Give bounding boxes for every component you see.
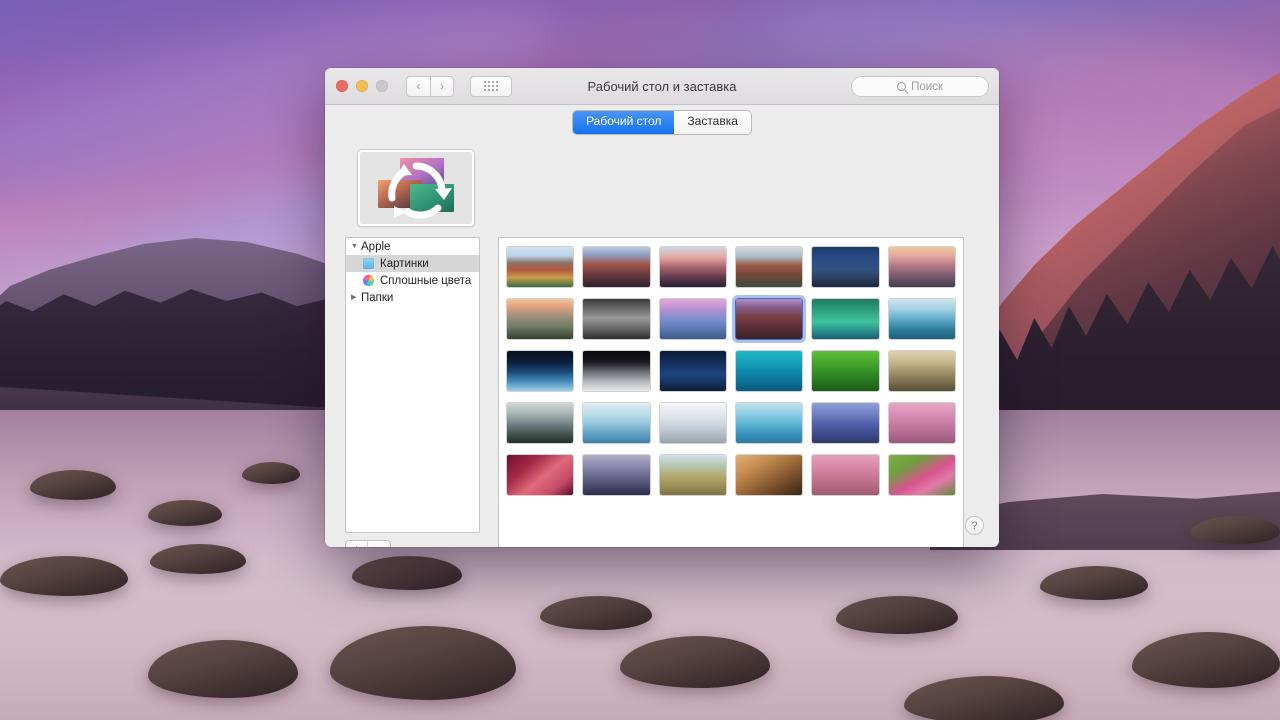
wallpaper-thumbnail[interactable]	[736, 455, 803, 495]
rock	[242, 462, 300, 484]
navigation-button-group: ‹ ›	[406, 75, 454, 97]
wallpaper-thumbnail[interactable]	[888, 299, 955, 339]
rock	[150, 544, 246, 574]
wallpaper-thumbnail[interactable]	[812, 299, 879, 339]
sidebar-item-label: Apple	[361, 240, 391, 253]
show-all-button[interactable]	[470, 75, 512, 97]
traffic-light-group	[336, 80, 388, 92]
wallpaper-thumbnail[interactable]	[659, 403, 726, 443]
sidebar-item-folders[interactable]: ▶ Папки	[346, 289, 479, 306]
search-placeholder: Поиск	[911, 80, 943, 93]
wallpaper-thumbnail[interactable]	[812, 455, 879, 495]
wallpaper-thumbnail[interactable]	[583, 351, 650, 391]
wallpaper-thumbnail[interactable]	[583, 299, 650, 339]
wallpaper-thumbnail[interactable]	[888, 403, 955, 443]
rock	[30, 470, 116, 500]
rock	[352, 556, 462, 590]
wallpaper-thumbnail[interactable]	[583, 403, 650, 443]
minimize-button[interactable]	[356, 80, 368, 92]
wallpaper-thumbnail[interactable]	[812, 247, 879, 287]
wallpaper-thumbnail[interactable]	[659, 455, 726, 495]
window-content: ▼ Apple Картинки Сплошные цвета ▶ Папки …	[325, 137, 999, 547]
wallpaper-grid-panel[interactable]	[498, 237, 964, 547]
wallpaper-thumbnail[interactable]	[507, 247, 574, 287]
sidebar-item-apple[interactable]: ▼ Apple	[346, 238, 479, 255]
wallpaper-thumbnail[interactable]	[507, 299, 574, 339]
disclosure-triangle-right-icon[interactable]: ▶	[351, 294, 360, 301]
wallpaper-thumbnail[interactable]	[583, 455, 650, 495]
wallpaper-thumbnail[interactable]	[659, 247, 726, 287]
disclosure-triangle-down-icon[interactable]: ▼	[351, 243, 360, 250]
add-folder-button[interactable]: +	[346, 541, 368, 547]
source-list[interactable]: ▼ Apple Картинки Сплошные цвета ▶ Папки	[345, 237, 480, 533]
rock	[836, 596, 958, 634]
wallpaper-thumbnail[interactable]	[736, 247, 803, 287]
wallpaper-grid	[499, 238, 963, 504]
wallpaper-thumbnail[interactable]	[507, 403, 574, 443]
remove-folder-button[interactable]: −	[368, 541, 390, 547]
sidebar-item-label: Картинки	[380, 257, 429, 270]
tab-desktop[interactable]: Рабочий стол	[573, 111, 675, 134]
wallpaper-thumbnail[interactable]	[888, 455, 955, 495]
wallpaper-thumbnail[interactable]	[812, 351, 879, 391]
close-button[interactable]	[336, 80, 348, 92]
tab-bar: Рабочий стол Заставка	[325, 105, 999, 137]
wallpaper-thumbnail[interactable]	[507, 455, 574, 495]
show-all-grid-icon	[484, 81, 498, 91]
zoom-button[interactable]	[376, 80, 388, 92]
search-icon	[897, 82, 907, 91]
wallpaper-thumbnail[interactable]	[583, 247, 650, 287]
pictures-icon	[363, 258, 374, 269]
rock	[148, 500, 222, 526]
rock	[1040, 566, 1148, 600]
rotating-wallpaper-icon	[388, 162, 452, 219]
rock	[1190, 516, 1280, 544]
system-preferences-window: ‹ › Рабочий стол и заставка Поиск Рабочи…	[325, 68, 999, 547]
wallpaper-thumbnail[interactable]	[812, 403, 879, 443]
wallpaper-thumbnail[interactable]	[888, 351, 955, 391]
color-wheel-icon	[363, 275, 374, 286]
forward-button[interactable]: ›	[430, 75, 454, 97]
wallpaper-thumbnail[interactable]	[731, 295, 807, 343]
sidebar-item-label: Папки	[361, 291, 394, 304]
sidebar-item-pictures[interactable]: Картинки	[346, 255, 479, 272]
wallpaper-thumbnail[interactable]	[659, 299, 726, 339]
add-remove-button-group: + −	[346, 541, 390, 547]
tab-segmented-control: Рабочий стол Заставка	[573, 111, 751, 134]
search-input[interactable]: Поиск	[851, 76, 989, 97]
wallpaper-thumbnail[interactable]	[736, 351, 803, 391]
tab-screensaver[interactable]: Заставка	[674, 111, 751, 134]
wallpaper-thumbnail[interactable]	[507, 351, 574, 391]
wallpaper-thumbnail[interactable]	[888, 247, 955, 287]
rock	[540, 596, 652, 630]
wallpaper-thumbnail[interactable]	[736, 403, 803, 443]
desktop-preview[interactable]	[357, 149, 475, 227]
back-button[interactable]: ‹	[406, 75, 430, 97]
help-button[interactable]: ?	[966, 517, 983, 534]
sidebar-item-solid-colors[interactable]: Сплошные цвета	[346, 272, 479, 289]
wallpaper-thumbnail[interactable]	[659, 351, 726, 391]
window-titlebar: ‹ › Рабочий стол и заставка Поиск	[325, 68, 999, 105]
sidebar-item-label: Сплошные цвета	[380, 274, 472, 287]
